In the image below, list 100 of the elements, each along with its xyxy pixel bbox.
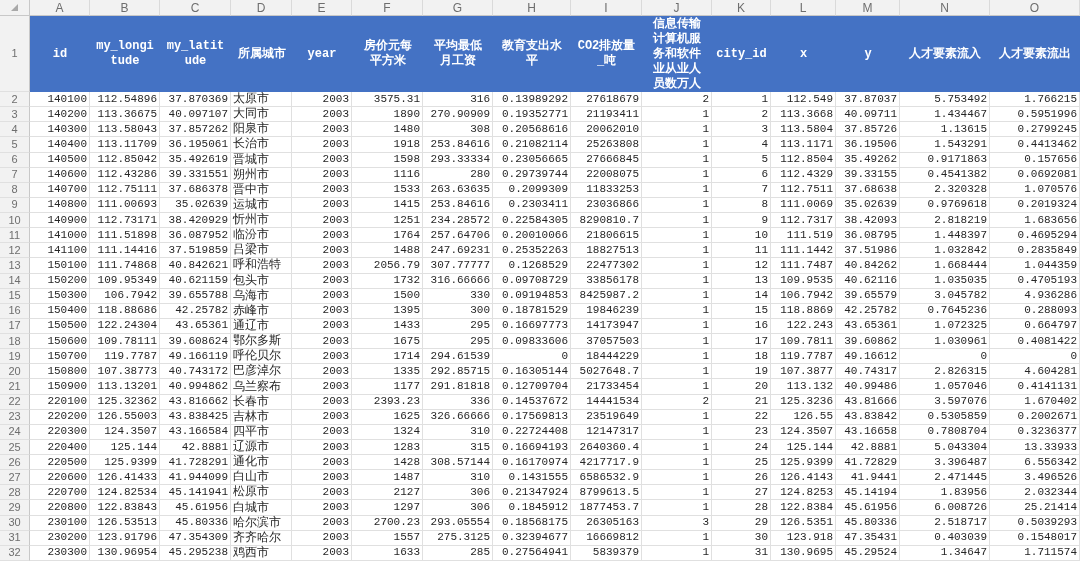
table-cell[interactable]: 295 xyxy=(423,334,493,350)
table-cell[interactable]: 2003 xyxy=(292,530,352,546)
table-cell[interactable]: 35.492619 xyxy=(160,152,231,168)
table-cell[interactable]: 1.766215 xyxy=(990,92,1080,108)
table-cell[interactable]: 150900 xyxy=(30,379,90,395)
table-cell[interactable]: 111.0069 xyxy=(771,197,836,214)
table-cell[interactable]: 123.918 xyxy=(771,530,836,546)
table-cell[interactable]: 0.20568616 xyxy=(493,122,571,138)
table-cell[interactable]: 36.195061 xyxy=(160,137,231,153)
table-cell[interactable]: 230100 xyxy=(30,515,90,531)
table-cell[interactable]: 27666845 xyxy=(571,152,642,168)
column-header[interactable]: id xyxy=(30,16,90,92)
table-cell[interactable]: 292.85715 xyxy=(423,364,493,380)
table-cell[interactable]: 0.16697773 xyxy=(493,318,571,335)
table-cell[interactable]: 1.711574 xyxy=(990,545,1080,561)
table-cell[interactable]: 118.88686 xyxy=(90,303,160,319)
table-cell[interactable]: 22 xyxy=(712,409,771,425)
table-cell[interactable]: 1487 xyxy=(352,470,423,486)
table-cell[interactable]: 1.683656 xyxy=(990,213,1080,229)
table-cell[interactable]: 6586532.9 xyxy=(571,470,642,486)
table-cell[interactable]: 25263808 xyxy=(571,137,642,153)
table-cell[interactable]: 1598 xyxy=(352,152,423,168)
table-cell[interactable]: 1 xyxy=(642,470,712,486)
table-cell[interactable]: 308 xyxy=(423,122,493,138)
table-cell[interactable]: 150800 xyxy=(30,364,90,380)
table-cell[interactable]: 141000 xyxy=(30,228,90,244)
table-cell[interactable]: 111.7487 xyxy=(771,258,836,274)
table-cell[interactable]: 0.2799245 xyxy=(990,122,1080,138)
table-cell[interactable]: 1 xyxy=(642,364,712,380)
table-cell[interactable]: 1433 xyxy=(352,318,423,335)
table-cell[interactable]: 45.61956 xyxy=(836,500,900,516)
table-cell[interactable]: 2700.23 xyxy=(352,515,423,531)
table-cell[interactable]: 0.09708729 xyxy=(493,273,571,289)
table-cell[interactable]: 0.403039 xyxy=(900,530,990,546)
table-cell[interactable]: 122.8384 xyxy=(771,500,836,516)
table-cell[interactable]: 316 xyxy=(423,92,493,108)
table-cell[interactable]: 0.13989292 xyxy=(493,92,571,108)
table-cell[interactable]: 1 xyxy=(642,485,712,501)
table-cell[interactable]: 112.7511 xyxy=(771,182,836,198)
table-cell[interactable]: 113.5804 xyxy=(771,122,836,138)
select-all-button[interactable] xyxy=(0,0,30,16)
table-cell[interactable]: 0.2002671 xyxy=(990,409,1080,425)
table-cell[interactable]: 朔州市 xyxy=(231,167,292,183)
table-cell[interactable]: 1 xyxy=(642,303,712,319)
table-cell[interactable]: 通辽市 xyxy=(231,318,292,335)
table-cell[interactable]: 124.3507 xyxy=(771,424,836,440)
table-cell[interactable]: 43.83842 xyxy=(836,409,900,425)
column-header[interactable]: x xyxy=(771,16,836,92)
table-cell[interactable]: 40.621159 xyxy=(160,273,231,289)
table-cell[interactable]: 3.045782 xyxy=(900,288,990,304)
table-cell[interactable]: 39.331551 xyxy=(160,167,231,183)
table-cell[interactable]: 22477302 xyxy=(571,258,642,274)
table-cell[interactable]: 2003 xyxy=(292,455,352,471)
table-cell[interactable]: 5.753492 xyxy=(900,92,990,108)
table-cell[interactable]: 112.7317 xyxy=(771,213,836,229)
table-cell[interactable]: 1 xyxy=(642,318,712,335)
table-cell[interactable]: 2003 xyxy=(292,545,352,561)
row-number[interactable]: 18 xyxy=(0,334,30,350)
table-cell[interactable]: 45.80336 xyxy=(836,515,900,531)
table-cell[interactable]: 2003 xyxy=(292,394,352,410)
row-number[interactable]: 5 xyxy=(0,137,30,153)
table-cell[interactable]: 1 xyxy=(642,258,712,274)
table-cell[interactable]: 2003 xyxy=(292,470,352,486)
table-cell[interactable]: 0.20010066 xyxy=(493,228,571,244)
table-cell[interactable]: 1 xyxy=(642,409,712,425)
column-header[interactable]: year xyxy=(292,16,352,92)
table-cell[interactable]: 齐齐哈尔 xyxy=(231,530,292,546)
table-cell[interactable]: 220200 xyxy=(30,409,90,425)
table-cell[interactable]: 1 xyxy=(642,288,712,304)
table-cell[interactable]: 3.496526 xyxy=(990,470,1080,486)
table-cell[interactable]: 39.33155 xyxy=(836,167,900,183)
table-cell[interactable]: 49.166119 xyxy=(160,349,231,365)
table-cell[interactable]: 40.09711 xyxy=(836,107,900,123)
row-number[interactable]: 26 xyxy=(0,455,30,471)
table-cell[interactable]: 1116 xyxy=(352,167,423,183)
table-cell[interactable]: 0.664797 xyxy=(990,318,1080,335)
table-cell[interactable]: 1.035035 xyxy=(900,273,990,289)
table-cell[interactable]: 45.14194 xyxy=(836,485,900,501)
table-cell[interactable]: 270.90909 xyxy=(423,107,493,123)
row-number[interactable]: 28 xyxy=(0,485,30,501)
table-cell[interactable]: 2003 xyxy=(292,500,352,516)
table-cell[interactable]: 21 xyxy=(712,394,771,410)
table-cell[interactable]: 112.73171 xyxy=(90,213,160,229)
table-cell[interactable]: 19 xyxy=(712,364,771,380)
table-cell[interactable]: 1 xyxy=(642,107,712,123)
table-cell[interactable]: 21193411 xyxy=(571,107,642,123)
table-cell[interactable]: 2127 xyxy=(352,485,423,501)
row-number[interactable]: 21 xyxy=(0,379,30,395)
table-cell[interactable]: 0.3236377 xyxy=(990,424,1080,440)
table-cell[interactable]: 1283 xyxy=(352,439,423,456)
table-cell[interactable]: 2003 xyxy=(292,273,352,289)
table-cell[interactable]: 111.51898 xyxy=(90,228,160,244)
table-cell[interactable]: 141100 xyxy=(30,243,90,259)
table-cell[interactable]: 1 xyxy=(642,439,712,456)
row-number[interactable]: 29 xyxy=(0,500,30,516)
table-cell[interactable]: 106.7942 xyxy=(90,288,160,304)
table-cell[interactable]: 1 xyxy=(642,213,712,229)
column-header[interactable]: CO2排放量_吨 xyxy=(571,16,642,92)
table-cell[interactable]: 0.1845912 xyxy=(493,500,571,516)
table-cell[interactable]: 大同市 xyxy=(231,107,292,123)
